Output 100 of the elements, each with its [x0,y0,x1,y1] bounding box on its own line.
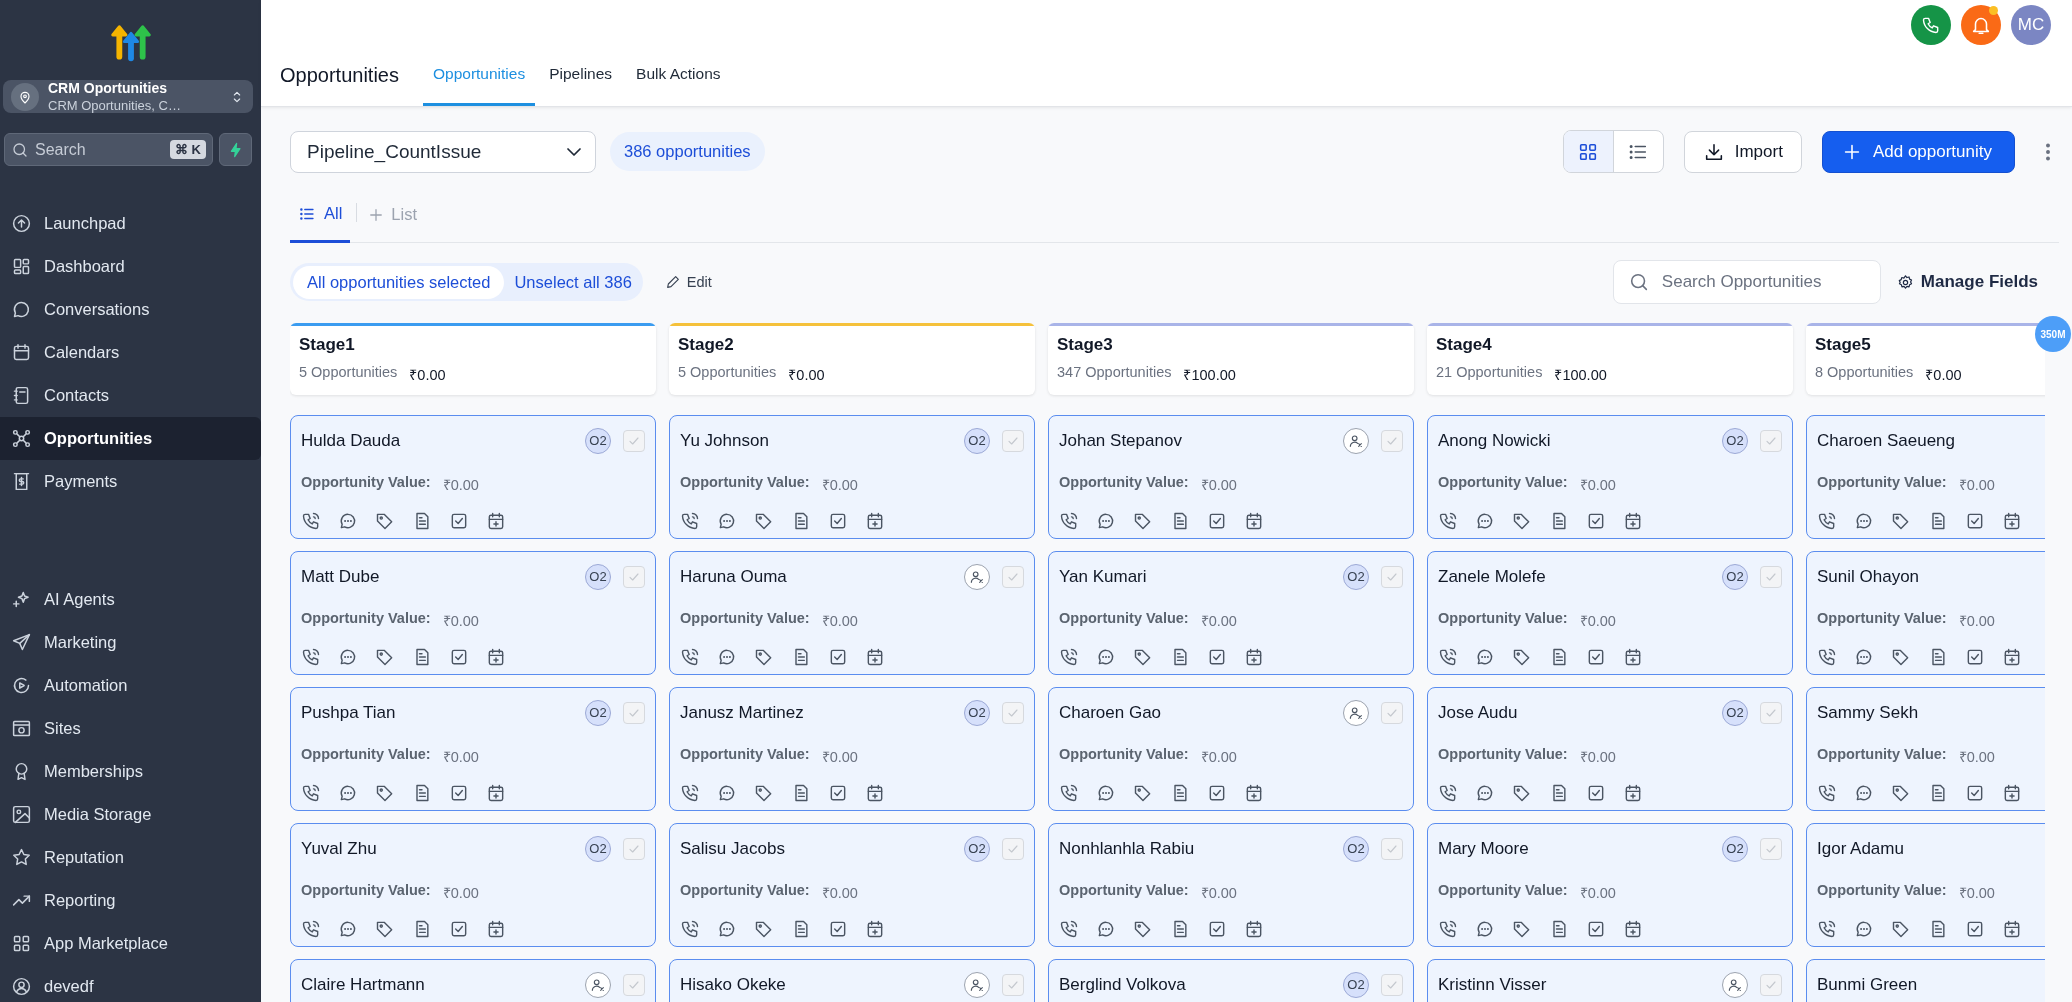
calendar-add-icon[interactable] [1623,511,1643,531]
nav-item[interactable]: AI Agents [0,578,261,621]
unselect-all-link[interactable]: Unselect all 386 [504,272,640,292]
chat-bubble-icon[interactable] [717,783,737,803]
chat-bubble-icon[interactable] [338,783,358,803]
assignee-avatar[interactable]: O2 [1343,971,1369,998]
select-checkbox[interactable] [1002,973,1024,996]
checkbox-icon[interactable] [828,511,848,531]
opportunity-card[interactable]: Claire Hartmann [290,959,656,1002]
opportunity-card[interactable]: Sunil Ohayon Opportunity Value: ₹0.00 [1806,551,2045,675]
assignee-avatar[interactable]: O2 [1722,427,1748,454]
pipeline-select[interactable]: Pipeline_CountIssue [290,130,596,173]
chat-bubble-icon[interactable] [1475,647,1495,667]
calendar-add-icon[interactable] [1244,511,1264,531]
tag-icon[interactable] [1133,511,1153,531]
opportunity-card[interactable]: Charoen Saeueng Opportunity Value: ₹0.00 [1806,415,2045,539]
select-checkbox[interactable] [623,973,645,996]
select-checkbox[interactable] [623,701,645,724]
chat-bubble-icon[interactable] [338,647,358,667]
user-remove-icon[interactable] [1348,432,1364,449]
phone-icon[interactable] [1817,511,1837,531]
calendar-add-icon[interactable] [2002,919,2022,939]
phone-icon[interactable] [301,647,321,667]
calendar-add-icon[interactable] [2002,647,2022,667]
phone-icon[interactable] [1059,647,1079,667]
user-remove-icon[interactable] [969,976,985,993]
tag-icon[interactable] [1891,511,1911,531]
nav-item[interactable]: Calendars [0,331,261,374]
nav-item[interactable]: Automation [0,664,261,707]
tag-icon[interactable] [1133,783,1153,803]
opportunity-card[interactable]: Pushpa Tian O2 Opportunity Value: ₹0.00 [290,687,656,811]
view-tab[interactable]: All [290,187,351,243]
nav-item[interactable]: Memberships [0,750,261,793]
checkbox-icon[interactable] [828,919,848,939]
search-field[interactable]: Search Opportunities [1612,260,1881,304]
tag-icon[interactable] [375,647,395,667]
phone-icon[interactable] [301,919,321,939]
select-all-pill[interactable]: All opportunities selected [293,265,505,299]
chat-bubble-icon[interactable] [338,919,358,939]
search-field[interactable]: Search ⌘ K [4,133,213,166]
phone-icon[interactable] [1059,511,1079,531]
calendar-add-icon[interactable] [865,919,885,939]
checkbox-icon[interactable] [1586,919,1606,939]
tag-icon[interactable] [754,783,774,803]
opportunity-card[interactable]: Hisako Okeke [669,959,1035,1002]
select-checkbox[interactable] [1760,429,1782,452]
assignee-avatar[interactable]: O2 [1343,563,1369,590]
tag-icon[interactable] [754,511,774,531]
checkbox-icon[interactable] [449,783,469,803]
nav-item[interactable]: Dashboard [0,245,261,288]
nav-item[interactable]: Contacts [0,374,261,417]
assignee-avatar[interactable]: O2 [1343,835,1369,862]
add-opportunity-button[interactable]: Add opportunity [1821,130,2015,173]
chat-bubble-icon[interactable] [1096,783,1116,803]
user-remove-icon[interactable] [590,976,606,993]
checkbox-icon[interactable] [828,647,848,667]
user-remove-icon[interactable] [969,568,985,585]
phone-icon[interactable] [1438,783,1458,803]
edit-button[interactable]: Edit [664,274,712,290]
select-checkbox[interactable] [623,837,645,860]
select-checkbox[interactable] [1760,701,1782,724]
chat-bubble-icon[interactable] [1854,647,1874,667]
checkbox-icon[interactable] [1207,511,1227,531]
opportunity-card[interactable]: Kristinn Visser [1427,959,1793,1002]
opportunity-card[interactable]: Bunmi Green [1806,959,2045,1002]
tag-icon[interactable] [1512,919,1532,939]
calendar-add-icon[interactable] [1623,919,1643,939]
phone-icon[interactable] [1438,511,1458,531]
tag-icon[interactable] [1891,647,1911,667]
phone-icon[interactable] [680,511,700,531]
opportunity-card[interactable]: Janusz Martinez O2 Opportunity Value: ₹0.00 [669,687,1035,811]
chat-bubble-icon[interactable] [1854,511,1874,531]
nav-item[interactable]: Conversations [0,288,261,331]
calendar-add-icon[interactable] [486,511,506,531]
opportunity-card[interactable]: Charoen Gao Opportunity Value: ₹0.00 [1048,687,1414,811]
nav-item[interactable]: Launchpad [0,202,261,245]
nav-item[interactable]: Media Storage [0,793,261,836]
tag-icon[interactable] [754,919,774,939]
assignee-avatar[interactable]: O2 [964,835,990,862]
checkbox-icon[interactable] [1207,919,1227,939]
chat-bubble-icon[interactable] [1096,511,1116,531]
calendar-add-icon[interactable] [1244,783,1264,803]
assignee-avatar[interactable]: O2 [585,699,611,726]
phone-icon[interactable] [1817,647,1837,667]
select-checkbox[interactable] [1760,565,1782,588]
opportunity-card[interactable]: Yu Johnson O2 Opportunity Value: ₹0.00 [669,415,1035,539]
calendar-add-icon[interactable] [865,783,885,803]
select-checkbox[interactable] [1760,837,1782,860]
opportunity-card[interactable]: Sammy Sekh Opportunity Value: ₹0.00 [1806,687,2045,811]
checkbox-icon[interactable] [828,783,848,803]
nav-item[interactable]: Opportunities [0,417,261,460]
select-checkbox[interactable] [1760,973,1782,996]
assignee-avatar[interactable]: O2 [585,427,611,454]
opportunity-card[interactable]: Haruna Ouma Opportunity Value: ₹0.00 [669,551,1035,675]
calendar-add-icon[interactable] [1244,919,1264,939]
checkbox-icon[interactable] [1965,511,1985,531]
calendar-add-icon[interactable] [486,783,506,803]
nav-item[interactable]: Sites [0,707,261,750]
checkbox-icon[interactable] [449,919,469,939]
tag-icon[interactable] [1891,783,1911,803]
